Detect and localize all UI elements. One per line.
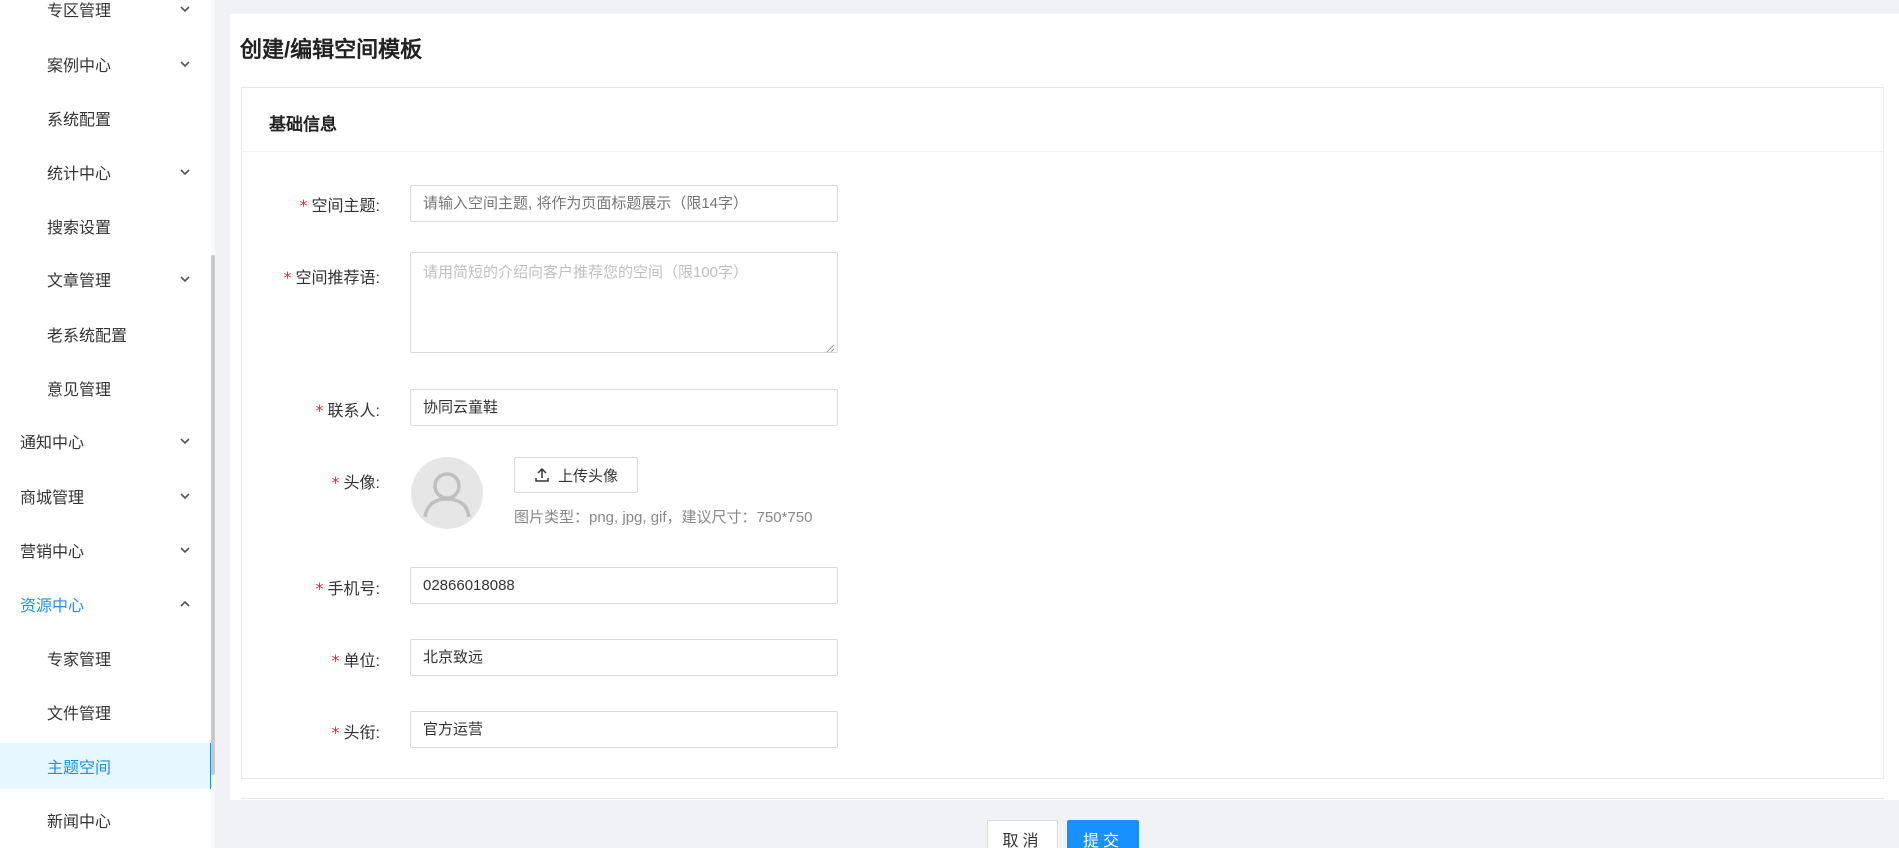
required-mark: *: [331, 651, 340, 670]
sidebar-item-label: 新闻中心: [47, 814, 112, 831]
chevron-down-icon: [179, 166, 191, 178]
avatar: [411, 457, 483, 529]
company-label-text: 单位:: [343, 653, 380, 670]
sidebar: 专区管理 案例中心 系统配置 统计中心 搜索设置 文章管理 老系统配置 意见管理…: [0, 0, 213, 848]
sidebar-item-theme-space[interactable]: 主题空间: [0, 743, 213, 789]
sidebar-item-label: 系统配置: [47, 112, 112, 129]
phone-label-text: 手机号:: [327, 581, 380, 598]
contact-label-text: 联系人:: [327, 403, 380, 420]
sidebar-item-label: 案例中心: [47, 58, 112, 75]
sidebar-item-label: 意见管理: [47, 382, 112, 399]
page-title: 创建/编辑空间模板: [240, 37, 423, 62]
sidebar-item-file-management[interactable]: 文件管理: [0, 689, 213, 735]
required-mark: *: [315, 401, 324, 420]
title-label: * 头衔:: [220, 719, 380, 743]
card-header: 基础信息: [242, 88, 1883, 152]
sidebar-item-label: 商城管理: [20, 490, 85, 507]
cancel-button[interactable]: 取消: [987, 820, 1058, 848]
required-mark: *: [283, 268, 292, 287]
sidebar-item-label: 资源中心: [20, 598, 85, 615]
sidebar-item-label: 主题空间: [47, 760, 112, 777]
phone-input[interactable]: 02866018088: [410, 567, 838, 604]
topic-input[interactable]: [410, 185, 838, 222]
chevron-down-icon: [179, 490, 191, 502]
footer-divider: [241, 798, 1884, 799]
slogan-placeholder: 请用简短的介绍向客户推荐您的空间（限100字）: [423, 264, 749, 281]
slogan-label-text: 空间推荐语:: [295, 270, 380, 287]
chevron-down-icon: [179, 544, 191, 556]
chevron-down-icon: [179, 3, 191, 15]
chevron-down-icon: [179, 58, 191, 70]
slogan-textarea[interactable]: 请用简短的介绍向客户推荐您的空间（限100字）: [410, 252, 838, 353]
sidebar-item-marketing-center[interactable]: 营销中心: [0, 527, 213, 573]
sidebar-scrollbar[interactable]: [211, 255, 215, 775]
avatar-label-text: 头像:: [343, 475, 380, 492]
sidebar-item-label: 通知中心: [20, 435, 85, 452]
title-label-text: 头衔:: [343, 725, 380, 742]
upload-hint: 图片类型：png, jpg, gif，建议尺寸：750*750: [514, 509, 813, 526]
sidebar-item-zone-management[interactable]: 专区管理: [0, 0, 213, 32]
resize-handle-icon[interactable]: [825, 340, 835, 353]
chevron-down-icon: [179, 273, 191, 285]
contact-label: * 联系人:: [220, 397, 380, 421]
required-mark: *: [331, 473, 340, 492]
sidebar-item-label: 营销中心: [20, 544, 85, 561]
topic-label: * 空间主题:: [220, 192, 380, 216]
sidebar-item-legacy-config[interactable]: 老系统配置: [0, 311, 213, 357]
company-label: * 单位:: [220, 647, 380, 671]
submit-button[interactable]: 提交: [1067, 820, 1139, 848]
sidebar-item-label: 专家管理: [47, 652, 112, 669]
slogan-label: * 空间推荐语:: [220, 264, 380, 288]
sidebar-item-label: 老系统配置: [47, 328, 128, 345]
sidebar-item-label: 文章管理: [47, 273, 112, 290]
sidebar-item-expert-management[interactable]: 专家管理: [0, 635, 213, 681]
sidebar-item-resource-center[interactable]: 资源中心: [0, 581, 213, 627]
sidebar-item-notification-center[interactable]: 通知中心: [0, 418, 213, 464]
required-mark: *: [299, 196, 308, 215]
required-mark: *: [331, 723, 340, 742]
topic-label-text: 空间主题:: [311, 198, 380, 215]
upload-avatar-button[interactable]: 上传头像: [514, 457, 638, 493]
required-mark: *: [315, 579, 324, 598]
sidebar-item-article-management[interactable]: 文章管理: [0, 256, 213, 302]
sidebar-item-label: 文件管理: [47, 706, 112, 723]
sidebar-item-label: 统计中心: [47, 166, 112, 183]
avatar-label: * 头像:: [220, 469, 380, 493]
sidebar-item-label: 搜索设置: [47, 220, 112, 237]
sidebar-item-case-center[interactable]: 案例中心: [0, 41, 213, 87]
sidebar-item-search-settings[interactable]: 搜索设置: [0, 203, 213, 249]
section-title: 基础信息: [269, 115, 337, 134]
sidebar-item-mall-management[interactable]: 商城管理: [0, 473, 213, 519]
upload-button-label: 上传头像: [557, 467, 618, 485]
sidebar-item-label: 专区管理: [47, 3, 112, 20]
sidebar-item-news-center[interactable]: 新闻中心: [0, 797, 213, 843]
chevron-up-icon: [179, 598, 191, 610]
sidebar-item-feedback-management[interactable]: 意见管理: [0, 365, 213, 411]
title-input[interactable]: 官方运营: [410, 711, 838, 748]
contact-input[interactable]: 协同云童鞋: [410, 389, 838, 426]
chevron-down-icon: [179, 435, 191, 447]
sidebar-item-system-config[interactable]: 系统配置: [0, 95, 213, 141]
phone-label: * 手机号:: [220, 575, 380, 599]
sidebar-item-stats-center[interactable]: 统计中心: [0, 149, 213, 195]
company-input[interactable]: 北京致远: [410, 639, 838, 676]
upload-icon: [535, 467, 549, 482]
user-icon: [423, 472, 471, 518]
